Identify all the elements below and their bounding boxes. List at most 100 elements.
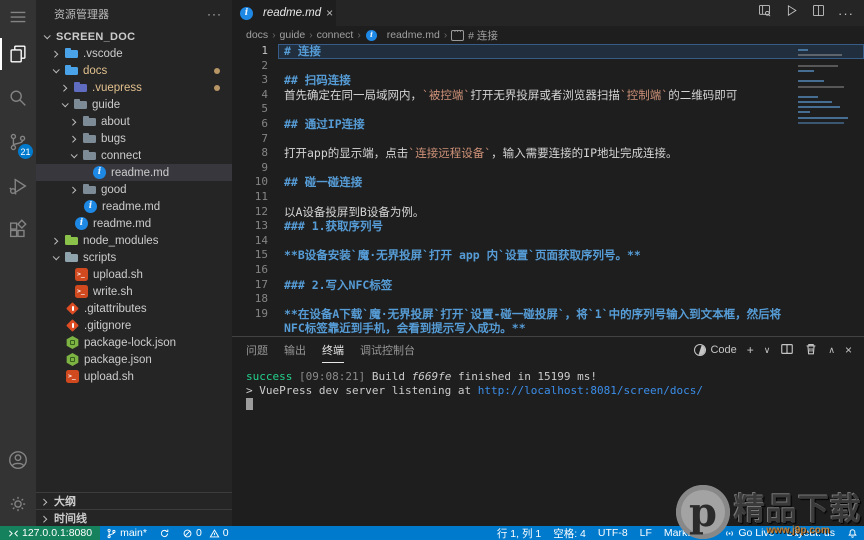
editor-line-12[interactable]: 12以A设备投屏到B设备为例。 bbox=[232, 205, 864, 220]
npm-icon bbox=[66, 336, 79, 349]
indentation[interactable]: 空格: 4 bbox=[547, 526, 592, 540]
editor-line-15[interactable]: 15**B设备安装`魔·无界投屏`打开 app 内`设置`页面获取序列号。** bbox=[232, 248, 864, 263]
minimap[interactable] bbox=[798, 46, 856, 124]
close-panel-icon[interactable]: × bbox=[845, 344, 852, 356]
panel-tab-item[interactable]: 问题 bbox=[246, 337, 268, 363]
breadcrumb-1[interactable]: docs bbox=[246, 29, 268, 41]
kill-terminal-icon[interactable] bbox=[804, 342, 818, 359]
sidebar-more-icon[interactable]: ··· bbox=[207, 7, 222, 21]
menu-icon[interactable] bbox=[0, 2, 36, 32]
language-mode[interactable]: Markdown bbox=[658, 526, 718, 540]
tab-readme[interactable]: readme.md × bbox=[232, 0, 336, 26]
outline-section[interactable]: 大纲 bbox=[36, 492, 232, 509]
breadcrumb-2[interactable]: guide bbox=[280, 29, 306, 41]
eol[interactable]: LF bbox=[634, 526, 658, 540]
run-debug-icon[interactable] bbox=[0, 164, 36, 208]
line-content: ## 碰一碰连接 bbox=[278, 175, 864, 190]
account-icon[interactable] bbox=[0, 438, 36, 482]
tree-item-readme-md[interactable]: readme.md bbox=[36, 164, 232, 181]
tree-item-package-lock-json[interactable]: package-lock.json bbox=[36, 334, 232, 351]
layout-item[interactable]: Layout: us bbox=[781, 526, 841, 540]
extensions-icon[interactable] bbox=[0, 208, 36, 252]
chevron-right-icon bbox=[69, 187, 76, 194]
tree-item--vuepress[interactable]: .vuepress bbox=[36, 79, 232, 96]
tree-item-upload-sh[interactable]: upload.sh bbox=[36, 368, 232, 385]
tree-item-package-json[interactable]: package.json bbox=[36, 351, 232, 368]
split-editor-icon[interactable] bbox=[811, 3, 826, 23]
line-content: 首先确定在同一局域网内，`被控端`打开无界投屏或者浏览器扫描`控制端`的二维码即… bbox=[278, 88, 864, 103]
tree-item-good[interactable]: good bbox=[36, 181, 232, 198]
explorer-icon[interactable] bbox=[0, 32, 36, 76]
line-number: 11 bbox=[232, 190, 278, 205]
breadcrumb-4[interactable]: readme.md bbox=[365, 29, 440, 42]
editor-more-icon[interactable]: ··· bbox=[838, 6, 854, 21]
cursor-position[interactable]: 行 1, 列 1 bbox=[491, 526, 547, 540]
tab-close-icon[interactable]: × bbox=[326, 6, 333, 20]
editor-line-13[interactable]: 13### 1.获取序列号 bbox=[232, 219, 864, 234]
editor-line-19[interactable]: 19**在设备A下载`魔·无界投屏`打开`设置-碰一碰投屏`，将`1`中的序列号… bbox=[232, 307, 864, 336]
editor-line-5[interactable]: 5 bbox=[232, 102, 864, 117]
editor-line-14[interactable]: 14 bbox=[232, 234, 864, 249]
terminal-dropdown-icon[interactable]: ∨ bbox=[764, 346, 771, 355]
terminal[interactable]: success [09:08:21] Build f669fe finished… bbox=[232, 363, 864, 526]
tree-item-connect[interactable]: connect bbox=[36, 147, 232, 164]
source-control-icon[interactable]: 21 bbox=[0, 120, 36, 164]
editor-line-3[interactable]: 3## 扫码连接 bbox=[232, 73, 864, 88]
sync-icon[interactable] bbox=[153, 526, 176, 540]
folder-icon bbox=[83, 115, 96, 128]
tree-item-node-modules[interactable]: node_modules bbox=[36, 232, 232, 249]
breadcrumb-5[interactable]: # 连接 bbox=[451, 28, 498, 43]
breadcrumb-3[interactable]: connect bbox=[317, 29, 354, 41]
timeline-section[interactable]: 时间线 bbox=[36, 509, 232, 526]
bell-icon[interactable] bbox=[841, 526, 864, 540]
panel-tab-active[interactable]: 终端 bbox=[322, 337, 344, 363]
editor-line-9[interactable]: 9 bbox=[232, 161, 864, 176]
tree-item--gitattributes[interactable]: .gitattributes bbox=[36, 300, 232, 317]
run-file-icon[interactable] bbox=[784, 3, 799, 23]
new-terminal-icon[interactable]: + bbox=[747, 344, 754, 356]
go-live-item[interactable]: Go Live bbox=[718, 526, 780, 540]
editor-line-6[interactable]: 6## 通过IP连接 bbox=[232, 117, 864, 132]
maximize-panel-icon[interactable]: ∧ bbox=[828, 346, 835, 355]
tree-item--vscode[interactable]: .vscode bbox=[36, 45, 232, 62]
remote-indicator[interactable]: 127.0.0.1:8080 bbox=[0, 526, 100, 540]
panel-tab-item[interactable]: 输出 bbox=[284, 337, 306, 363]
split-terminal-icon[interactable] bbox=[780, 342, 794, 359]
tree-item-about[interactable]: about bbox=[36, 113, 232, 130]
encoding[interactable]: UTF-8 bbox=[592, 526, 634, 540]
git-branch-item[interactable]: main* bbox=[100, 526, 153, 540]
tree-item--gitignore[interactable]: .gitignore bbox=[36, 317, 232, 334]
panel-tab-item[interactable]: 调试控制台 bbox=[360, 337, 415, 363]
tree-item-upload-sh[interactable]: upload.sh bbox=[36, 266, 232, 283]
editor-line-8[interactable]: 8打开app的显示端，点击`连接远程设备`，输入需要连接的IP地址完成连接。 bbox=[232, 146, 864, 161]
search-icon[interactable] bbox=[0, 76, 36, 120]
tree-item-write-sh[interactable]: write.sh bbox=[36, 283, 232, 300]
tree-item-screen-doc[interactable]: SCREEN_DOC bbox=[36, 28, 232, 45]
editor-line-2[interactable]: 2 bbox=[232, 59, 864, 74]
modified-dot-badge bbox=[214, 68, 220, 74]
tree-item-guide[interactable]: guide bbox=[36, 96, 232, 113]
markdown-preview-icon[interactable] bbox=[757, 3, 772, 23]
readme-icon bbox=[75, 217, 88, 230]
editor[interactable]: 1# 连接23## 扫码连接4首先确定在同一局域网内，`被控端`打开无界投屏或者… bbox=[232, 44, 864, 336]
editor-line-7[interactable]: 7 bbox=[232, 132, 864, 147]
editor-line-17[interactable]: 17### 2.写入NFC标签 bbox=[232, 278, 864, 293]
problems-item[interactable]: 0 0 bbox=[176, 526, 235, 540]
tree-item-bugs[interactable]: bugs bbox=[36, 130, 232, 147]
tree-item-scripts[interactable]: scripts bbox=[36, 249, 232, 266]
line-content: 打开app的显示端，点击`连接远程设备`，输入需要连接的IP地址完成连接。 bbox=[278, 146, 864, 161]
tree-item-readme-md[interactable]: readme.md bbox=[36, 215, 232, 232]
terminal-profile-button[interactable]: Code bbox=[694, 344, 736, 356]
editor-line-4[interactable]: 4首先确定在同一局域网内，`被控端`打开无界投屏或者浏览器扫描`控制端`的二维码… bbox=[232, 88, 864, 103]
editor-line-18[interactable]: 18 bbox=[232, 292, 864, 307]
editor-line-1[interactable]: 1# 连接 bbox=[232, 44, 864, 59]
line-number: 10 bbox=[232, 175, 278, 190]
editor-line-11[interactable]: 11 bbox=[232, 190, 864, 205]
tree-item-docs[interactable]: docs bbox=[36, 62, 232, 79]
editor-line-10[interactable]: 10## 碰一碰连接 bbox=[232, 175, 864, 190]
settings-gear-icon[interactable] bbox=[0, 482, 36, 526]
terminal-line: success [09:08:21] Build f669fe finished… bbox=[246, 370, 864, 384]
editor-line-16[interactable]: 16 bbox=[232, 263, 864, 278]
breadcrumb-separator: › bbox=[309, 30, 312, 41]
tree-item-readme-md[interactable]: readme.md bbox=[36, 198, 232, 215]
